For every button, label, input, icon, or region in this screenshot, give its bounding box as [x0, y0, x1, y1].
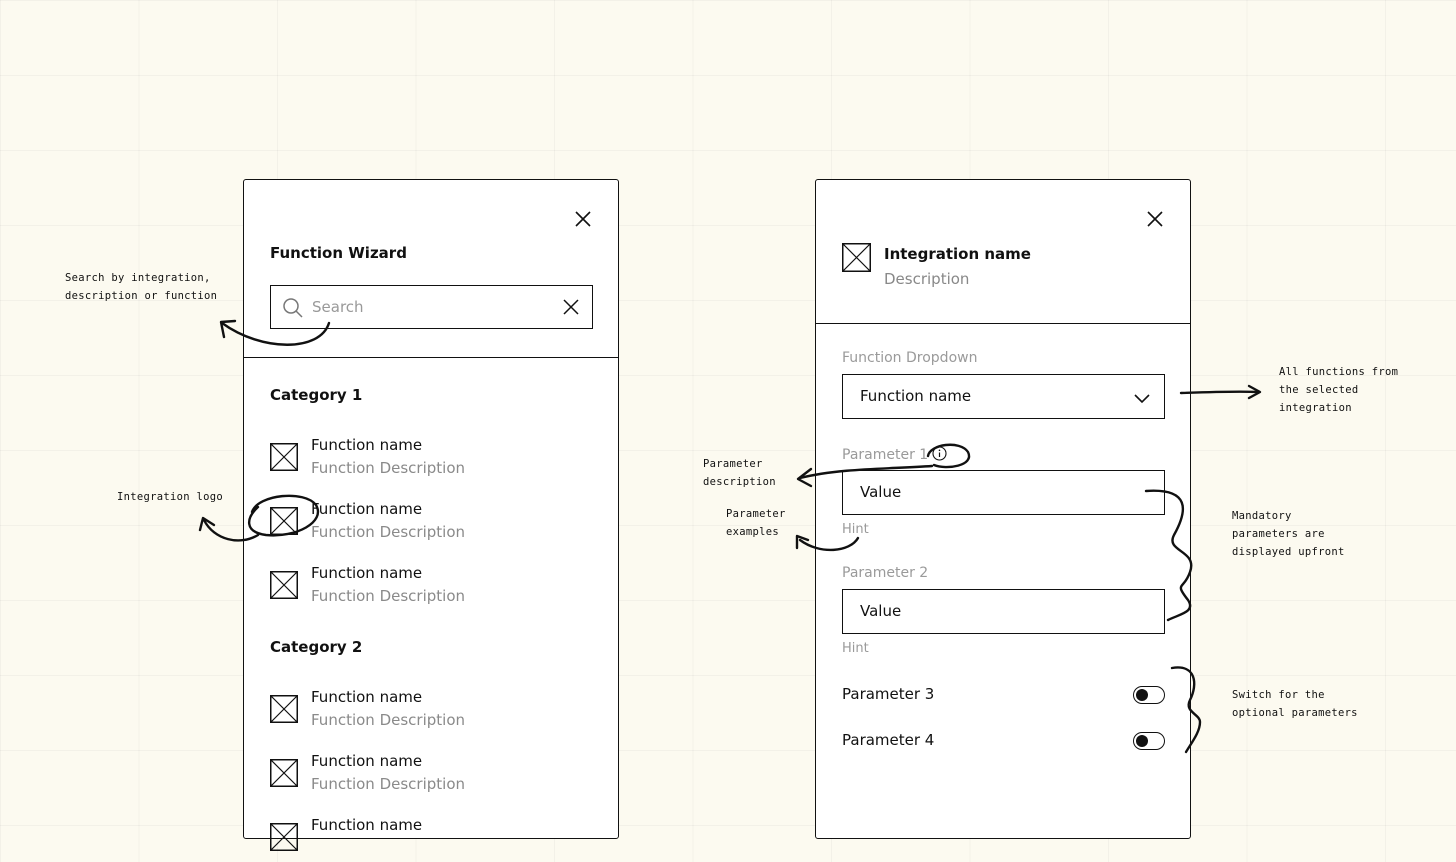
- logo-arrowhead: [198, 516, 216, 532]
- all-functions-arrowhead: [1247, 384, 1262, 400]
- search-input[interactable]: Search: [312, 298, 364, 316]
- function-name: Function name: [311, 688, 423, 706]
- clear-icon[interactable]: [563, 299, 579, 315]
- header-divider: [244, 357, 618, 358]
- integration-description: Description: [884, 270, 970, 288]
- function-description: Function Description: [311, 711, 465, 729]
- integration-logo-icon: [270, 507, 298, 535]
- parameter-label: Parameter 1: [842, 446, 947, 463]
- integration-logo-icon: [270, 759, 298, 787]
- toggle-knob: [1136, 688, 1148, 701]
- function-description: Function Description: [311, 459, 465, 477]
- function-name: Function name: [311, 564, 423, 582]
- integration-name: Integration name: [884, 245, 1031, 263]
- parameter-2-input[interactable]: Value: [842, 589, 1165, 634]
- parameter-3-label: Parameter 3: [842, 685, 935, 703]
- annotation-all-functions: All functions from the selected integrat…: [1279, 366, 1399, 414]
- integration-logo-icon: [270, 571, 298, 599]
- function-dropdown-value: Function name: [860, 387, 972, 405]
- function-name: Function name: [311, 816, 423, 834]
- parameter-2-label: Parameter 2: [842, 565, 929, 581]
- function-description: Function Description: [311, 775, 465, 793]
- annotation-parameter-examples: Parameter examples: [726, 508, 786, 538]
- param-examples-arrowhead: [795, 534, 810, 550]
- function-wizard-panel: Function Wizard Search Category 1 Functi…: [243, 179, 619, 851]
- parameter-2-value: Value: [860, 602, 902, 620]
- category-heading: Category 1: [270, 386, 363, 404]
- function-description: Function Description: [311, 587, 465, 605]
- parameter-4-toggle[interactable]: [1133, 732, 1165, 750]
- function-name: Function name: [311, 752, 423, 770]
- all-functions-arrow: [1179, 390, 1261, 395]
- function-name: Function name: [311, 500, 423, 518]
- header-divider: [816, 323, 1190, 324]
- integration-logo-icon: [270, 443, 298, 471]
- annotation-mandatory: Mandatory parameters are displayed upfro…: [1232, 510, 1345, 558]
- function-name: Function name: [311, 436, 423, 454]
- integration-logo-icon: [842, 243, 871, 272]
- integration-logo-icon: [270, 823, 298, 851]
- function-description: Function Description: [311, 523, 465, 541]
- close-icon[interactable]: [1146, 210, 1164, 228]
- annotation-logo: Integration logo: [117, 491, 223, 503]
- parameter-3-toggle[interactable]: [1133, 686, 1165, 704]
- annotation-parameter-description: Parameter description: [703, 458, 776, 488]
- chevron-down-icon: [1134, 394, 1150, 404]
- wizard-title: Function Wizard: [270, 244, 407, 262]
- search-icon: [283, 298, 303, 318]
- category-heading: Category 2: [270, 638, 363, 656]
- search-arrowhead: [219, 319, 237, 339]
- info-icon[interactable]: [932, 446, 947, 461]
- parameter-2-hint: Hint: [842, 641, 869, 656]
- parameter-1-input[interactable]: Value: [842, 470, 1165, 515]
- function-list-item[interactable]: Function name Function Description: [270, 564, 590, 610]
- annotation-search: Search by integration, description or fu…: [65, 272, 218, 302]
- parameter-1-label: Parameter 1: [842, 447, 929, 463]
- function-list-item[interactable]: Function name Function Description: [270, 500, 590, 546]
- toggle-knob: [1136, 734, 1148, 747]
- function-list-item[interactable]: Function name Function Description: [270, 688, 590, 734]
- function-list-item[interactable]: Function name Function Description: [270, 752, 590, 798]
- close-icon[interactable]: [574, 210, 592, 228]
- parameter-1-value: Value: [860, 483, 902, 501]
- function-list-item[interactable]: Function name Function Description: [270, 436, 590, 482]
- param-description-arrowhead: [796, 467, 813, 488]
- integration-logo-icon: [270, 695, 298, 723]
- integration-panel: Integration name Description Function Dr…: [815, 179, 1191, 839]
- function-list-item[interactable]: Function name: [270, 816, 590, 862]
- function-dropdown-label: Function Dropdown: [842, 350, 978, 366]
- parameter-1-hint: Hint: [842, 522, 869, 537]
- parameter-4-label: Parameter 4: [842, 731, 935, 749]
- search-field[interactable]: Search: [270, 285, 593, 329]
- function-dropdown[interactable]: Function name: [842, 374, 1165, 419]
- annotation-switch: Switch for the optional parameters: [1232, 689, 1358, 719]
